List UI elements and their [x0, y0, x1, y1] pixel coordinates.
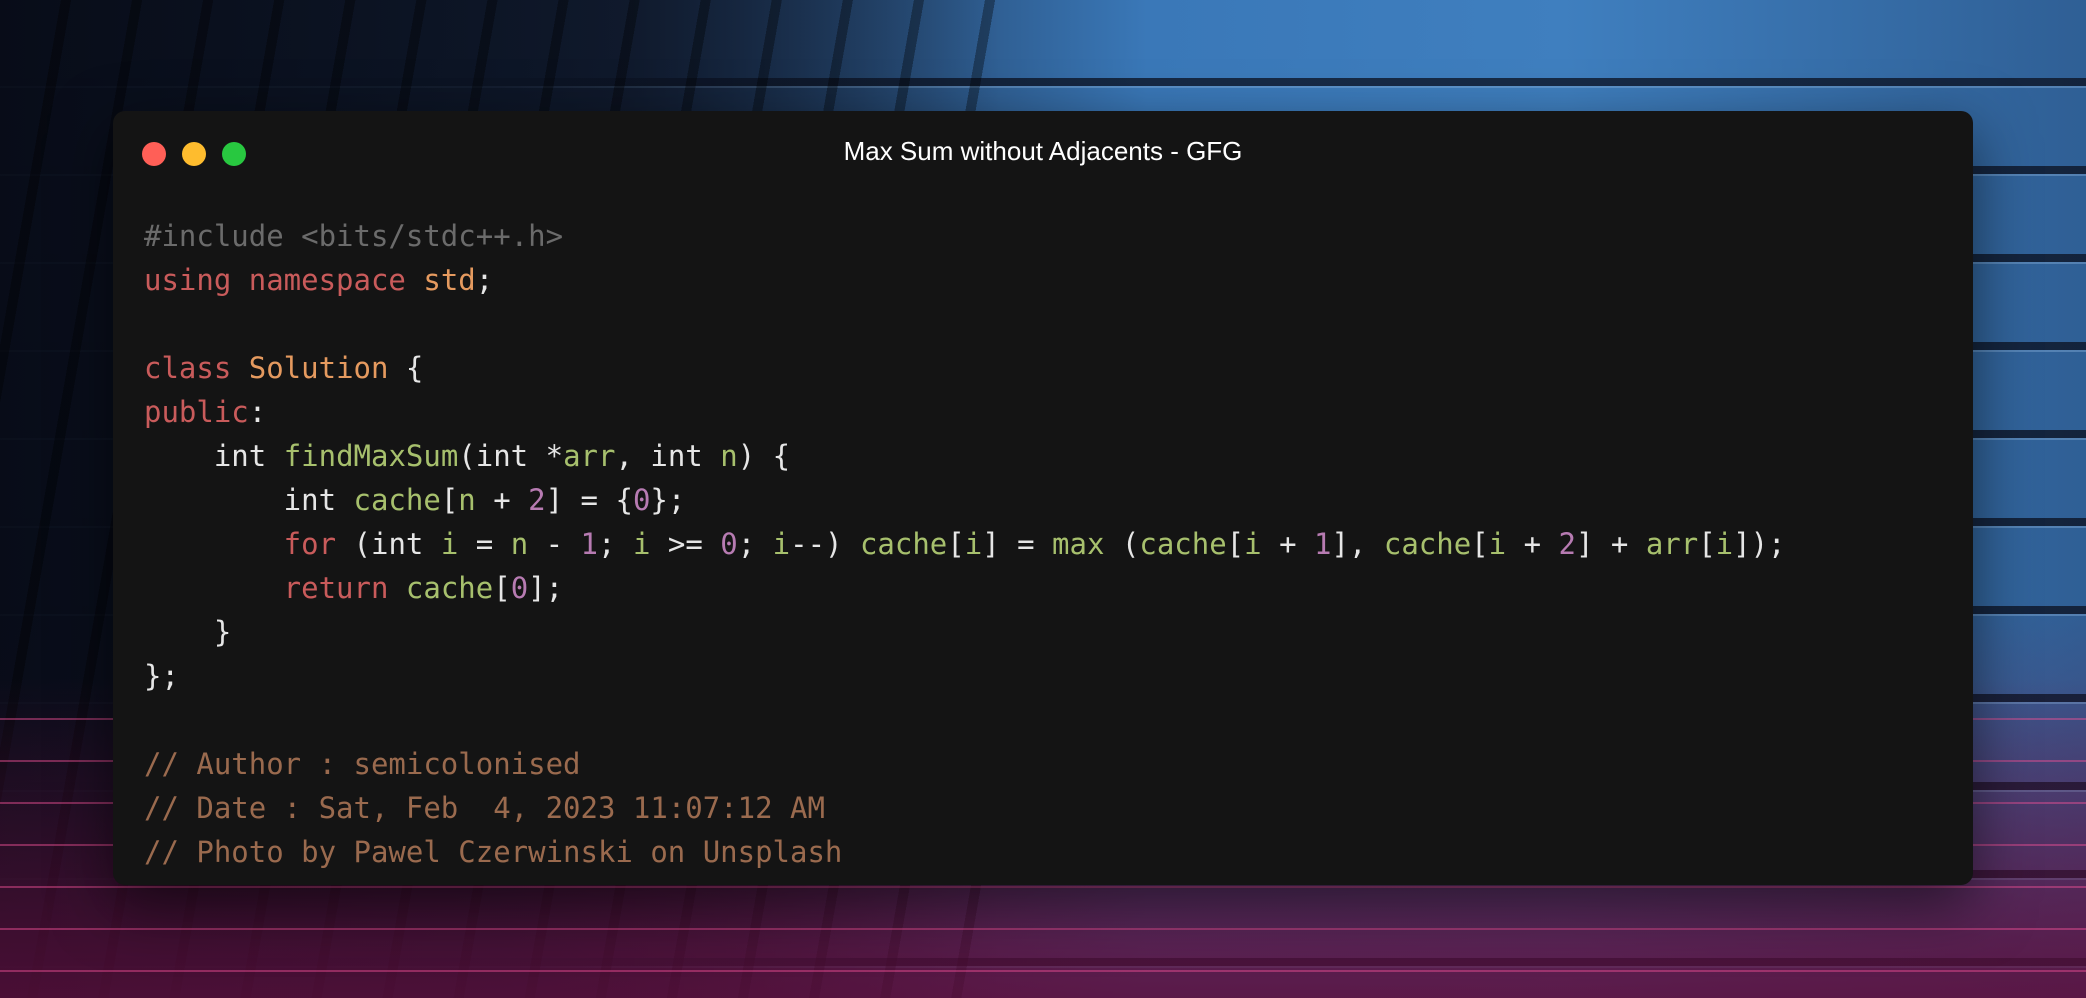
code-token: (int — [336, 527, 441, 561]
code-token: i — [632, 527, 651, 561]
code-token: using namespace — [144, 263, 424, 297]
code-token: + — [1261, 527, 1314, 561]
code-token: // Photo by Pawel Czerwinski on Unsplash — [144, 835, 843, 869]
code-token: , int — [615, 439, 721, 473]
code-token: arr — [563, 439, 616, 473]
code-token: Solution — [248, 351, 389, 385]
code-token: #include <bits/stdc++.h> — [144, 219, 564, 253]
code-token: ; — [737, 527, 773, 561]
code-token: } — [144, 615, 232, 649]
code-token: i — [772, 527, 791, 561]
code-token: [ — [493, 571, 511, 605]
code-token: ]; — [528, 571, 564, 605]
code-token: std — [423, 263, 476, 297]
code-line: // Photo by Pawel Czerwinski on Unsplash — [144, 830, 1953, 874]
code-token: ; — [475, 263, 494, 297]
code-line: using namespace std; — [144, 258, 1953, 302]
code-token: int — [144, 483, 354, 517]
code-token: [ — [1226, 527, 1245, 561]
code-token: n — [458, 483, 476, 517]
code-token: // Author : semicolonised — [144, 747, 581, 781]
code-line: for (int i = n - 1; i >= 0; i--) cache[i… — [144, 522, 1953, 566]
code-token: // Date : Sat, Feb 4, 2023 11:07:12 AM — [144, 791, 825, 825]
code-token: : — [248, 395, 267, 429]
code-token: arr — [1645, 527, 1699, 561]
code-token: cache — [1139, 527, 1227, 561]
code-token: findMaxSum — [283, 439, 459, 473]
code-token: [ — [947, 527, 965, 561]
code-line: int cache[n + 2] = {0}; — [144, 478, 1953, 522]
code-token: 0 — [720, 527, 738, 561]
code-token: for — [144, 527, 337, 561]
code-token: 2 — [528, 483, 546, 517]
code-token: + — [475, 483, 529, 517]
code-token: }; — [650, 483, 686, 517]
code-line: // Date : Sat, Feb 4, 2023 11:07:12 AM — [144, 786, 1953, 830]
code-token: i — [1715, 527, 1734, 561]
code-token: + — [1506, 527, 1559, 561]
code-token: [ — [1471, 527, 1489, 561]
code-token: [ — [440, 483, 459, 517]
window-titlebar: Max Sum without Adjacents - GFG — [113, 111, 1973, 197]
code-token: cache — [353, 483, 441, 517]
code-token: class — [144, 351, 249, 385]
code-token: ], — [1331, 527, 1384, 561]
code-token: 0 — [632, 483, 651, 517]
code-token: ) { — [737, 439, 791, 473]
code-line: } — [144, 610, 1953, 654]
code-token: ; — [598, 527, 633, 561]
code-token: int — [144, 439, 284, 473]
code-token: i — [964, 527, 983, 561]
code-line: int findMaxSum(int *arr, int n) { — [144, 434, 1953, 478]
code-line: }; — [144, 654, 1953, 698]
code-token: }; — [144, 659, 179, 693]
code-line: #include <bits/stdc++.h> — [144, 214, 1953, 258]
code-token: n — [720, 439, 738, 473]
code-token: ( — [1104, 527, 1140, 561]
code-token: (int * — [458, 439, 564, 473]
code-token: --) — [790, 527, 860, 561]
code-token: - — [528, 527, 581, 561]
code-line: return cache[0]; — [144, 566, 1953, 610]
code-token: [ — [1698, 527, 1716, 561]
code-token: 2 — [1558, 527, 1576, 561]
code-token: i — [1244, 527, 1262, 561]
code-editor[interactable]: #include <bits/stdc++.h> using namespace … — [144, 214, 1953, 874]
code-token: cache — [859, 527, 948, 561]
code-token: i — [440, 527, 459, 561]
code-line: class Solution { — [144, 346, 1953, 390]
code-window: Max Sum without Adjacents - GFG #include… — [113, 111, 1973, 885]
code-token: ] = — [982, 527, 1053, 561]
code-token: cache — [405, 571, 494, 605]
code-token: 1 — [1314, 527, 1332, 561]
code-token: n — [510, 527, 529, 561]
code-token: { — [388, 351, 424, 385]
code-line: public: — [144, 390, 1953, 434]
code-token: public — [144, 395, 249, 429]
code-token: 1 — [580, 527, 599, 561]
code-token: ]); — [1733, 527, 1786, 561]
code-token: max — [1052, 527, 1105, 561]
code-token: 0 — [510, 571, 529, 605]
code-token: return — [144, 571, 389, 605]
code-token: ] = { — [545, 483, 633, 517]
code-token: ] + — [1575, 527, 1646, 561]
window-title: Max Sum without Adjacents - GFG — [843, 136, 1243, 166]
code-token: >= — [650, 527, 721, 561]
code-token: i — [1488, 527, 1507, 561]
code-line: // Author : semicolonised — [144, 742, 1953, 786]
code-token: = — [458, 527, 511, 561]
code-token: cache — [1383, 527, 1472, 561]
